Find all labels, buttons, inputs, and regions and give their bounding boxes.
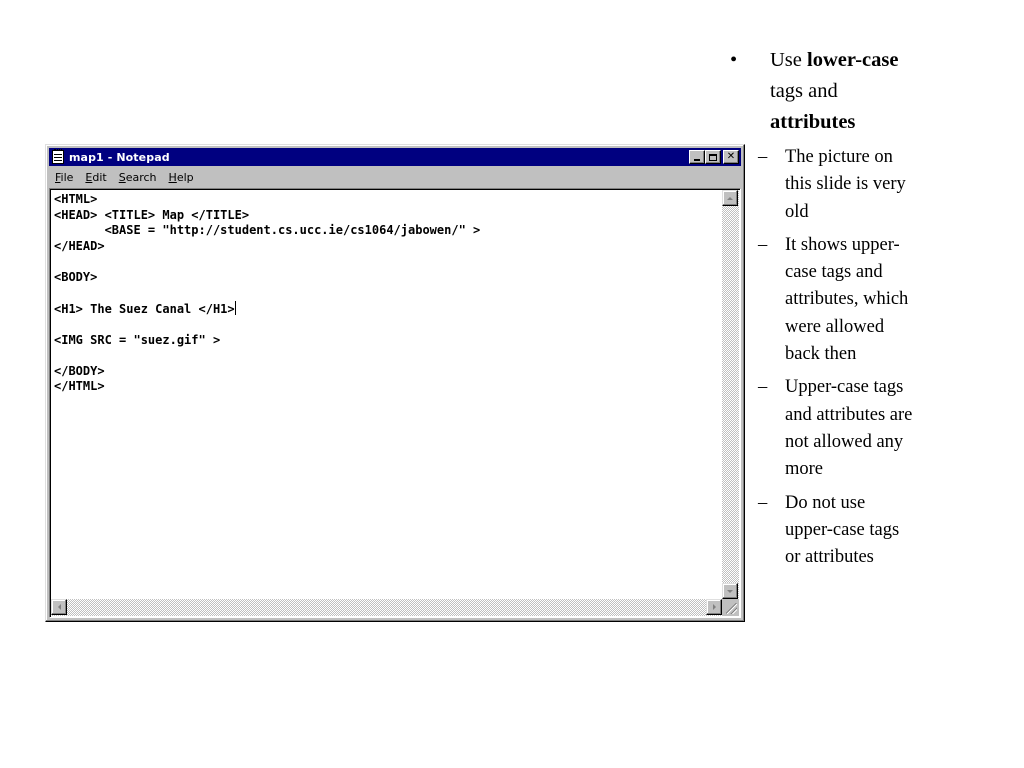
dash-icon: – — [758, 377, 768, 398]
scroll-down-button[interactable] — [722, 583, 738, 599]
sub-bullet-text: Do not use upper-case tags or attributes — [785, 492, 900, 568]
scroll-left-button[interactable] — [51, 599, 67, 615]
editor-line[interactable] — [54, 254, 720, 270]
menu-help-mnemonic: H — [168, 170, 177, 184]
editor-line[interactable] — [54, 348, 720, 364]
editor-text-area[interactable]: <HTML> <HEAD> <TITLE> Map </TITLE> <BASE … — [53, 192, 720, 597]
dash-icon: – — [758, 147, 768, 167]
dash-icon: – — [758, 492, 768, 513]
editor-line[interactable]: </HEAD> — [54, 239, 720, 255]
main-bullet-prefix: Use — [770, 49, 802, 71]
minimize-icon — [694, 159, 700, 161]
menu-search[interactable]: Search — [113, 171, 163, 184]
menu-bar: File Edit Search Help — [49, 168, 741, 186]
sub-bullet-list: – The picture on this slide is very old –… — [730, 144, 1020, 571]
editor-line[interactable]: <IMG SRC = "suez.gif" > — [54, 333, 720, 349]
notepad-icon[interactable] — [52, 149, 64, 164]
editor-line[interactable]: <HEAD> <TITLE> Map </TITLE> — [54, 208, 720, 224]
editor-line[interactable] — [54, 285, 720, 301]
maximize-button[interactable] — [705, 150, 721, 164]
slide-bullets: • Use lower-case tags and attributes – Th… — [730, 45, 1020, 577]
menu-file[interactable]: File — [49, 171, 79, 184]
main-bullet-line-1: Use lower-case — [770, 45, 1020, 76]
editor-line[interactable]: <HTML> — [54, 192, 720, 208]
bullet-icon: • — [730, 49, 738, 71]
notepad-window: map1 - Notepad ✕ File Edit Search Help <… — [45, 144, 745, 622]
editor-line[interactable]: <BODY> — [54, 270, 720, 286]
main-bullet-bold-1: lower-case — [807, 49, 899, 71]
sub-bullet: – Upper-case tags and attributes are not … — [730, 374, 1020, 483]
main-bullet: • Use lower-case tags and attributes — [730, 45, 1020, 138]
sub-bullet: – The picture on this slide is very old — [730, 144, 1020, 226]
horizontal-scrollbar[interactable] — [51, 599, 722, 616]
editor-line[interactable]: </HTML> — [54, 379, 720, 395]
text-editor[interactable]: <HTML> <HEAD> <TITLE> Map </TITLE> <BASE … — [49, 188, 741, 618]
editor-line[interactable]: <BASE = "http://student.cs.ucc.ie/cs1064… — [54, 223, 720, 239]
arrow-down-icon — [727, 589, 733, 593]
sub-bullet-text: It shows upper-case tags and attributes,… — [785, 234, 909, 365]
menu-help[interactable]: Help — [163, 171, 200, 184]
menu-search-rest: earch — [125, 170, 157, 184]
sub-bullet-text: The picture on this slide is very old — [785, 147, 906, 222]
menu-edit[interactable]: Edit — [79, 171, 112, 184]
menu-file-rest: ile — [60, 170, 74, 184]
editor-line[interactable] — [54, 317, 720, 333]
resize-grip-icon[interactable] — [722, 599, 739, 616]
arrow-left-icon — [57, 604, 61, 610]
sub-bullet: – It shows upper-case tags and attributes… — [730, 232, 1020, 368]
minimize-button[interactable] — [689, 150, 705, 164]
text-caret — [234, 300, 236, 315]
menu-edit-rest: dit — [92, 170, 107, 184]
scroll-right-button[interactable] — [706, 599, 722, 615]
main-bullet-bold-2: attributes — [770, 111, 856, 133]
sub-bullet-text: Upper-case tags and attributes are not a… — [785, 377, 913, 480]
menu-search-mnemonic: S — [118, 170, 126, 184]
arrow-right-icon — [712, 604, 716, 610]
window-title: map1 - Notepad — [69, 150, 170, 164]
dash-icon: – — [758, 234, 768, 255]
menu-help-rest: elp — [176, 170, 194, 184]
editor-line[interactable]: <H1> The Suez Canal </H1> — [54, 300, 720, 318]
editor-line[interactable]: </BODY> — [54, 364, 720, 380]
sub-bullet: – Do not use upper-case tags or attribute… — [730, 490, 1020, 572]
maximize-icon — [709, 153, 717, 161]
main-bullet-middle: tags and — [770, 80, 838, 102]
title-bar[interactable]: map1 - Notepad ✕ — [49, 148, 741, 166]
